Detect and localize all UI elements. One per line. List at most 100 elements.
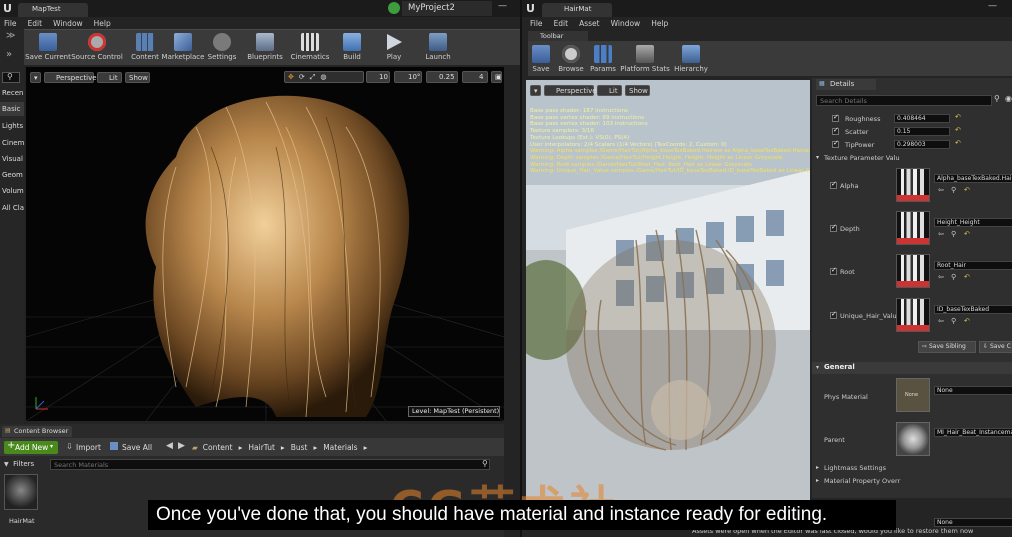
use-asset-icon[interactable]: ⇦ (938, 186, 944, 194)
toolbar-marketplace[interactable]: Marketplace (162, 31, 204, 61)
asset-tile-hairmat[interactable] (4, 474, 38, 510)
toolbar-hierarchy[interactable]: Hierarchy (674, 43, 708, 73)
level-viewport[interactable]: ▾ Perspective Lit Show ✥ ⟳ ⤢ ◍ 10 10° 0.… (26, 67, 504, 421)
toolbar-platform-stats[interactable]: Platform Stats (620, 43, 670, 73)
breadcrumb-hairtut[interactable]: HairTut (248, 443, 275, 452)
lit-button[interactable]: Lit (97, 72, 122, 83)
menu-file[interactable]: File (530, 19, 543, 28)
toolbar-content[interactable]: Content (124, 31, 166, 61)
search-materials-input[interactable] (50, 459, 490, 470)
view-options-icon[interactable]: ◉ (1005, 94, 1012, 103)
minimize-icon[interactable]: — (988, 1, 997, 11)
param-tippower-field[interactable]: 0.298003 (894, 140, 950, 149)
sidebar-item-recent[interactable]: Recen (2, 89, 23, 97)
phys-material-thumbnail[interactable]: None (896, 378, 930, 412)
bottom-none-field[interactable]: None (934, 518, 1012, 527)
search-icon[interactable]: ⚲ (994, 94, 1000, 103)
menu-file[interactable]: File (4, 19, 17, 29)
menu-edit[interactable]: Edit (28, 19, 43, 29)
material-tab[interactable]: HairMat (542, 3, 612, 17)
rotation-snap-button[interactable]: 10° (394, 71, 422, 83)
param-root-field[interactable]: Root_Hair (934, 261, 1012, 270)
parent-field[interactable]: MI_Hair_Beat_Instancemat (934, 428, 1012, 437)
scale-snap-button[interactable]: 0.25 (426, 71, 458, 83)
browse-asset-icon[interactable]: ⚲ (951, 273, 956, 281)
toolbar-save-current[interactable]: Save Current (24, 31, 72, 61)
details-tab[interactable]: ▦ Details (816, 79, 876, 90)
sidebar-item-lights[interactable]: Lights (2, 122, 23, 130)
rotate-icon[interactable]: ⟳ (299, 73, 305, 81)
toolbar-build[interactable]: Build (334, 31, 370, 61)
param-scatter-checkbox[interactable] (832, 126, 839, 135)
param-alpha-field[interactable]: Alpha_baseTexBaked.Hairww (934, 174, 1012, 183)
preview-lit-button[interactable]: Lit (597, 85, 622, 96)
parent-thumbnail[interactable] (896, 422, 930, 456)
reset-icon[interactable]: ↶ (964, 317, 970, 325)
param-roughness-field[interactable]: 0.408464 (894, 114, 950, 123)
save-sibling-button[interactable]: ⇨ Save Sibling (918, 341, 976, 353)
toolbar-settings[interactable]: Settings (204, 31, 240, 61)
param-depth-field[interactable]: Height_Height (934, 218, 1012, 227)
menu-help[interactable]: Help (651, 19, 668, 28)
lightmass-settings-label[interactable]: Lightmass Settings (824, 464, 886, 472)
param-alpha-checkbox[interactable] (830, 180, 837, 189)
param-unique-hair-checkbox[interactable] (830, 310, 837, 319)
texture-section-header[interactable]: Texture Parameter Valu (824, 154, 900, 162)
world-icon[interactable]: ◍ (320, 73, 326, 81)
browse-asset-icon[interactable]: ⚲ (951, 186, 956, 194)
param-tippower-checkbox[interactable] (832, 139, 839, 148)
reset-icon[interactable]: ↶ (955, 113, 961, 121)
menu-edit[interactable]: Edit (554, 19, 569, 28)
search-icon[interactable]: ⚲ (482, 459, 488, 468)
camera-speed-button[interactable]: 4 (462, 71, 488, 83)
toolbar-tab[interactable]: Toolbar (528, 31, 588, 41)
toolbar-save[interactable]: Save (528, 43, 554, 73)
search-details-input[interactable] (816, 95, 992, 106)
breadcrumb-content[interactable]: Content (203, 443, 233, 452)
collapse-arrow-icon[interactable]: ≫ (6, 31, 15, 41)
breadcrumb-bust[interactable]: Bust (291, 443, 308, 452)
grid-snap-button[interactable]: 10 (366, 71, 390, 83)
reset-icon[interactable]: ↶ (964, 273, 970, 281)
param-roughness-checkbox[interactable] (832, 113, 839, 122)
scale-icon[interactable]: ⤢ (310, 73, 316, 82)
param-depth-checkbox[interactable] (830, 223, 837, 232)
reset-icon[interactable]: ↶ (964, 230, 970, 238)
root-thumbnail[interactable] (896, 254, 930, 288)
breadcrumb-materials[interactable]: Materials (323, 443, 357, 452)
use-asset-icon[interactable]: ⇦ (938, 273, 944, 281)
sidebar-item-cinematic[interactable]: Cinem (2, 139, 24, 147)
collapse-arrow-icon[interactable]: ▾ (816, 154, 819, 161)
translate-icon[interactable]: ✥ (288, 73, 294, 81)
save-all-button[interactable]: Save All (108, 441, 158, 454)
toolbar-launch[interactable]: Launch (418, 31, 458, 61)
sidebar-item-volumes[interactable]: Volum (2, 187, 24, 195)
general-section-header[interactable]: ▾ General (812, 362, 1012, 374)
param-scatter-field[interactable]: 0.15 (894, 127, 950, 136)
reset-icon[interactable]: ↶ (955, 126, 961, 134)
toolbar-play[interactable]: Play (374, 31, 414, 61)
material-property-label[interactable]: Material Property Overr (824, 477, 900, 485)
reset-icon[interactable]: ↶ (955, 139, 961, 147)
sidebar-search-icon[interactable]: ⚲ (2, 72, 20, 83)
browse-asset-icon[interactable]: ⚲ (951, 317, 956, 325)
unique-hair-thumbnail[interactable] (896, 298, 930, 332)
preview-perspective-button[interactable]: Perspective (544, 85, 597, 96)
perspective-button[interactable]: Perspective (44, 72, 97, 83)
menu-asset[interactable]: Asset (579, 19, 600, 28)
viewport-options-button[interactable]: ▾ (30, 72, 41, 83)
sidebar-item-geometry[interactable]: Geom (2, 171, 23, 179)
expand-arrow-icon[interactable]: » (6, 49, 12, 60)
phys-material-field[interactable]: None (934, 386, 1012, 395)
source-control-status-icon[interactable] (388, 2, 400, 14)
filters-button[interactable]: ▼ Filters (4, 459, 48, 470)
use-asset-icon[interactable]: ⇦ (938, 230, 944, 238)
menu-help[interactable]: Help (94, 19, 111, 29)
param-root-checkbox[interactable] (830, 266, 837, 275)
toolbar-blueprints[interactable]: Blueprints (244, 31, 286, 61)
collapse-arrow-icon[interactable]: ▸ (816, 477, 819, 484)
content-browser-tab[interactable]: ▤ Content Browser (2, 426, 72, 437)
menu-window[interactable]: Window (53, 19, 83, 29)
toolbar-cinematics[interactable]: Cinematics (288, 31, 332, 61)
alpha-thumbnail[interactable] (896, 168, 930, 202)
